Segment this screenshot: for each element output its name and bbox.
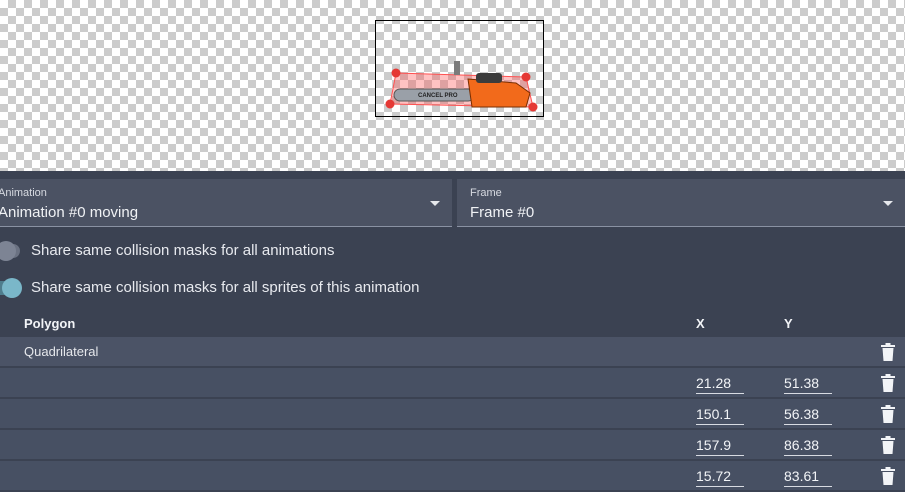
polygon-table-header: Polygon X Y: [0, 311, 905, 337]
vertex-x-input[interactable]: 21.28: [696, 374, 744, 394]
vertex-handle[interactable]: [385, 99, 395, 109]
toggle-knob: [2, 278, 22, 298]
sprite-brand-text: CANCEL PRO: [418, 93, 458, 99]
vertex-handle[interactable]: [521, 72, 531, 82]
column-header-polygon: Polygon: [24, 316, 76, 331]
chainsaw-pullcord: [454, 61, 460, 75]
animation-select-label: Animation: [0, 187, 47, 199]
vertex-row: 15.72 83.61: [0, 461, 905, 491]
vertex-row: 157.9 86.38: [0, 430, 905, 460]
vertex-y-input[interactable]: 86.38: [784, 436, 832, 456]
column-header-x: X: [696, 316, 705, 331]
trash-icon[interactable]: [881, 405, 895, 423]
frame-select[interactable]: Frame Frame #0: [457, 179, 905, 227]
toggle-knob: [0, 241, 16, 261]
trash-icon[interactable]: [881, 374, 895, 392]
vertex-y-input[interactable]: 56.38: [784, 405, 832, 425]
column-header-y: Y: [784, 316, 793, 331]
chainsaw-handle: [476, 73, 502, 83]
vertex-y-input[interactable]: 51.38: [784, 374, 832, 394]
vertex-row: 21.28 51.38: [0, 368, 905, 398]
chainsaw-sprite: CANCEL PRO: [385, 61, 538, 112]
trash-icon[interactable]: [881, 436, 895, 454]
toggle-label: Share same collision masks for all anima…: [31, 242, 335, 259]
polygon-row: Quadrilateral: [0, 337, 905, 367]
frame-select-value: Frame #0: [470, 204, 535, 221]
vertex-y-input[interactable]: 83.61: [784, 467, 832, 487]
trash-icon[interactable]: [881, 467, 895, 485]
vertex-handle[interactable]: [528, 102, 538, 112]
vertex-x-input[interactable]: 157.9: [696, 436, 744, 456]
vertex-x-input[interactable]: 150.1: [696, 405, 744, 425]
trash-icon[interactable]: [881, 343, 895, 361]
animation-select-value: Animation #0 moving: [0, 204, 139, 221]
animation-select[interactable]: Animation Animation #0 moving: [0, 179, 452, 227]
vertex-row: 150.1 56.38: [0, 399, 905, 429]
polygon-name: Quadrilateral: [24, 344, 99, 359]
chevron-down-icon: [430, 201, 440, 206]
toggle-label: Share same collision masks for all sprit…: [31, 279, 420, 296]
frame-select-label: Frame: [470, 187, 502, 199]
chevron-down-icon: [883, 201, 893, 206]
vertex-handle[interactable]: [391, 68, 401, 78]
vertex-x-input[interactable]: 15.72: [696, 467, 744, 487]
sprite-bounding-frame: CANCEL PRO: [375, 20, 544, 117]
sprite-preview-canvas[interactable]: CANCEL PRO: [0, 0, 905, 171]
